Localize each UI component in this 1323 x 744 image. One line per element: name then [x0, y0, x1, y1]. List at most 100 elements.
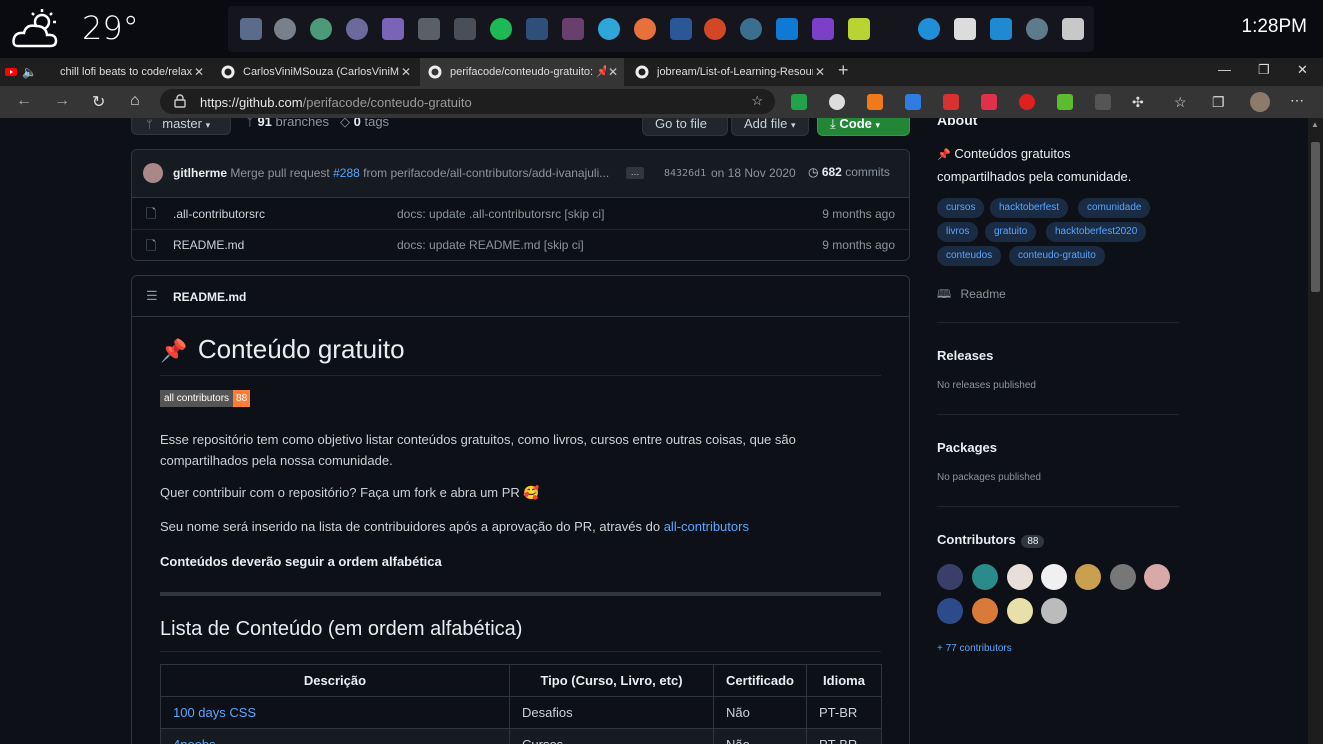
minimize-button[interactable]: — [1218, 62, 1231, 77]
new-tab-button[interactable]: + [838, 60, 849, 81]
spotify-icon[interactable] [490, 18, 512, 40]
close-window-button[interactable]: ✕ [1297, 62, 1308, 78]
file-name[interactable]: .all-contributorsrc [173, 207, 265, 221]
branches-link[interactable]: ᛘ 91 branches [246, 118, 329, 129]
monitor-icon[interactable] [418, 18, 440, 40]
desktop-icon[interactable] [954, 18, 976, 40]
scroll-up-arrow-icon[interactable]: ▲ [1311, 120, 1319, 129]
edge-beta-icon[interactable] [598, 18, 620, 40]
edge-icon[interactable] [918, 18, 940, 40]
extension-circle-icon[interactable] [829, 94, 845, 110]
tab-close-icon[interactable]: ✕ [194, 58, 204, 86]
trash-icon[interactable] [454, 18, 476, 40]
add-favorite-icon[interactable]: ☆ [751, 93, 763, 109]
address-bar[interactable]: https://github.com/perifacode/conteudo-g… [160, 89, 775, 114]
avatar[interactable] [1041, 598, 1067, 624]
extension-check-icon[interactable] [791, 94, 807, 110]
reload-icon[interactable]: ↻ [92, 92, 105, 112]
all-contributors-link[interactable]: all-contributors [664, 519, 749, 534]
commits-link[interactable]: ◷ 682 commits [808, 165, 890, 179]
branch-selector[interactable]: ᛘ master ▾ [131, 118, 231, 135]
avatar[interactable] [143, 163, 163, 183]
go-to-file-button[interactable]: Go to file [642, 118, 728, 136]
extension-gray-icon[interactable] [1095, 94, 1111, 110]
back-arrow-icon[interactable]: ← [16, 92, 32, 110]
topic-tag[interactable]: comunidade [1078, 198, 1151, 218]
extension-m-icon[interactable] [981, 94, 997, 110]
tab-close-icon[interactable]: ✕ [608, 58, 618, 86]
releases-heading[interactable]: Releases [937, 348, 993, 363]
page-scrollbar[interactable]: ▲ [1308, 118, 1323, 744]
windows-icon[interactable] [240, 18, 262, 40]
avatar[interactable] [1110, 564, 1136, 590]
file-commit-msg[interactable]: docs: update README.md [skip ci] [397, 238, 584, 252]
avatar[interactable] [937, 598, 963, 624]
search-app-icon[interactable] [740, 18, 762, 40]
tab-close-icon[interactable]: ✕ [401, 58, 411, 86]
word-icon[interactable] [670, 18, 692, 40]
network-icon[interactable] [1062, 18, 1084, 40]
firefox-icon[interactable] [634, 18, 656, 40]
tasks-icon[interactable] [382, 18, 404, 40]
scroll-thumb[interactable] [1311, 142, 1320, 292]
topic-tag[interactable]: hacktoberfest [990, 198, 1069, 218]
tags-link[interactable]: ◇ 0 tags [340, 118, 389, 130]
contributors-badge[interactable]: all contributors 88 [160, 390, 251, 407]
file-commit-msg[interactable]: docs: update .all-contributorsrc [skip c… [397, 207, 604, 221]
topic-tag[interactable]: hacktoberfest2020 [1046, 222, 1147, 242]
topic-tag[interactable]: livros [937, 222, 979, 242]
tab-active-repo[interactable]: perifacode/conteudo-gratuito: 📌 ✕ [420, 58, 624, 86]
file-row[interactable]: 🗋 README.md docs: update README.md [skip… [132, 230, 909, 261]
tab-youtube[interactable]: 🔈 chill lofi beats to code/relax ✕ [0, 58, 210, 86]
avatar[interactable] [972, 564, 998, 590]
premiere-icon[interactable] [562, 18, 584, 40]
power-icon[interactable] [274, 18, 296, 40]
avatar[interactable] [972, 598, 998, 624]
vscode-icon[interactable] [776, 18, 798, 40]
extension-shield-icon[interactable] [1019, 94, 1035, 110]
expand-commit-button[interactable]: … [626, 167, 644, 179]
more-contributors-link[interactable]: + 77 contributors [937, 643, 1012, 654]
avatar[interactable] [1041, 564, 1067, 590]
readme-sidebar-link[interactable]: 🕮 Readme [937, 285, 1006, 306]
extension-translate-icon[interactable] [905, 94, 921, 110]
tab-profile[interactable]: CarlosViniMSouza (CarlosViniMSouza) ✕ [213, 58, 417, 86]
add-file-button[interactable]: Add file ▾ [731, 118, 809, 136]
extension-red-badge-icon[interactable] [943, 94, 959, 110]
commit-prefix[interactable]: Merge pull request [230, 166, 329, 180]
file-name[interactable]: README.md [173, 238, 244, 252]
forward-arrow-icon[interactable]: → [54, 92, 70, 110]
list-icon[interactable]: ☰ [146, 288, 158, 304]
file-row[interactable]: 🗋 .all-contributorsrc docs: update .all-… [132, 198, 909, 229]
commit-hash[interactable]: 84326d1 [664, 168, 706, 179]
extension-download-icon[interactable] [1057, 94, 1073, 110]
collections-icon[interactable]: ❐ [1212, 94, 1225, 111]
favorites-icon[interactable]: ☆ [1174, 94, 1187, 111]
more-menu-icon[interactable]: ⋯ [1290, 92, 1304, 109]
avatar[interactable] [1007, 598, 1033, 624]
home-icon[interactable]: ⌂ [130, 92, 140, 110]
topic-tag[interactable]: conteudo-gratuito [1009, 246, 1105, 266]
topic-tag[interactable]: gratuito [985, 222, 1037, 242]
resource-link[interactable]: 100 days CSS [160, 696, 510, 729]
maximize-button[interactable]: ❐ [1258, 62, 1270, 78]
extension-orange-icon[interactable] [867, 94, 883, 110]
resource-link[interactable]: 4noobs [160, 728, 510, 744]
avatar[interactable] [1144, 564, 1170, 590]
profile-avatar[interactable] [1250, 92, 1270, 112]
intellij-icon[interactable] [812, 18, 834, 40]
avatar[interactable] [1007, 564, 1033, 590]
packages-heading[interactable]: Packages [937, 440, 997, 455]
pycharm-icon[interactable] [848, 18, 870, 40]
avatar[interactable] [1075, 564, 1101, 590]
commit-suffix[interactable]: from perifacode/all-contributors/add-iva… [363, 166, 609, 180]
powerpoint-icon[interactable] [704, 18, 726, 40]
commit-author[interactable]: gitlherme [173, 166, 227, 180]
topic-tag[interactable]: conteudos [937, 246, 1002, 266]
moon-icon[interactable] [346, 18, 368, 40]
browser-icon[interactable] [1026, 18, 1048, 40]
commit-pr-link[interactable]: #288 [333, 166, 360, 180]
tab-close-icon[interactable]: ✕ [815, 58, 825, 86]
audio-playing-icon[interactable]: 🔈 [22, 58, 37, 86]
tab-learning-resources[interactable]: jobream/List-of-Learning-Resources ✕ [627, 58, 831, 86]
